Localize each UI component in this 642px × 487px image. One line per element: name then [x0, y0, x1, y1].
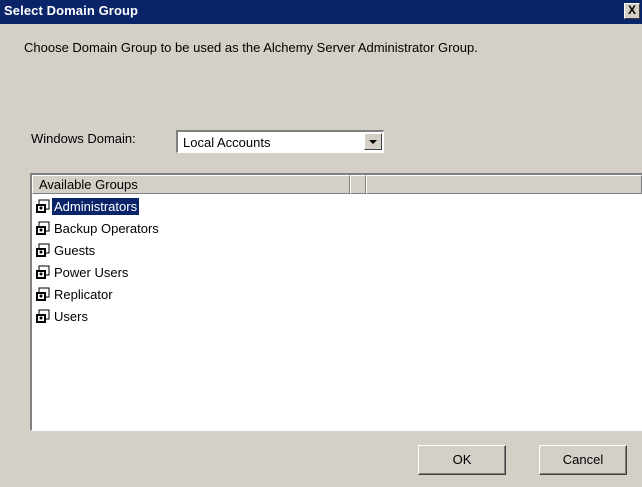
close-button[interactable]: X — [624, 3, 640, 19]
dropdown-button[interactable] — [364, 133, 382, 150]
group-icon — [36, 265, 50, 279]
group-icon — [36, 199, 50, 213]
title-bar[interactable]: Select Domain Group X — [0, 0, 642, 24]
column-header-available-groups[interactable]: Available Groups — [32, 175, 350, 194]
list-item-label: Backup Operators — [54, 221, 159, 236]
list-item-label: Replicator — [54, 287, 113, 302]
dialog-title: Select Domain Group — [4, 3, 139, 18]
list-item-label: Users — [54, 309, 88, 324]
group-icon — [36, 287, 50, 301]
close-icon: X — [627, 3, 636, 17]
chevron-down-icon — [369, 140, 377, 144]
list-item-label: Guests — [54, 243, 96, 258]
instruction-text: Choose Domain Group to be used as the Al… — [24, 40, 478, 55]
cancel-button[interactable]: Cancel — [539, 445, 627, 475]
group-icon — [36, 221, 50, 235]
column-header-spacer[interactable] — [350, 175, 366, 194]
available-groups-list[interactable]: Available Groups Administrators Backup O… — [30, 173, 642, 431]
list-header: Available Groups — [32, 175, 642, 194]
windows-domain-dropdown[interactable]: Local Accounts — [176, 130, 384, 153]
group-icon — [36, 309, 50, 323]
group-icon — [36, 243, 50, 257]
list-item-label: Administrators — [52, 198, 140, 215]
ok-button[interactable]: OK — [418, 445, 506, 475]
list-item-label: Power Users — [54, 265, 129, 280]
windows-domain-value: Local Accounts — [183, 135, 271, 150]
column-header-blank — [366, 175, 642, 194]
windows-domain-label: Windows Domain: — [31, 131, 136, 146]
dialog-window: Select Domain Group X Choose Domain Grou… — [0, 0, 642, 487]
